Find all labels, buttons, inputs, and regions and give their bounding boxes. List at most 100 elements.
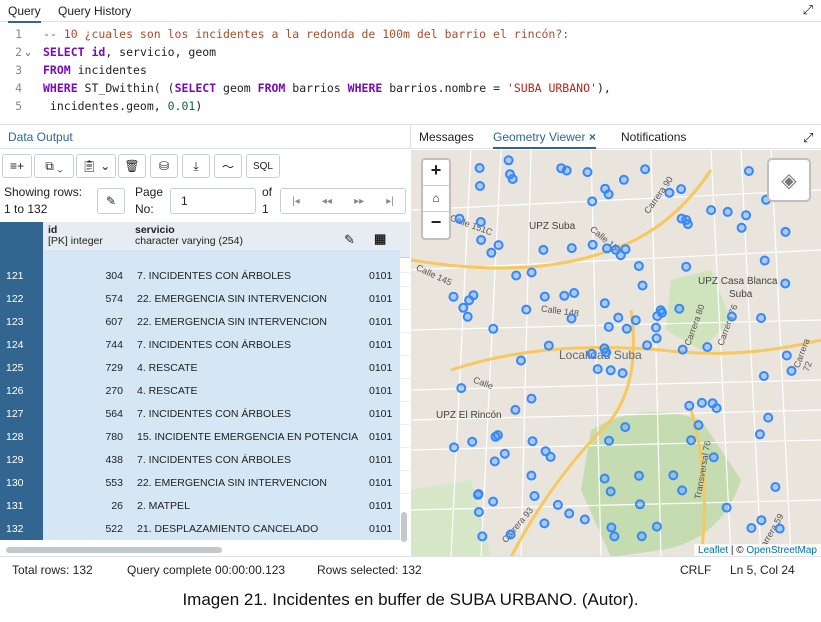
incident-marker[interactable] — [774, 523, 785, 534]
row-number[interactable]: 124 — [0, 333, 43, 356]
incident-marker[interactable] — [592, 364, 603, 375]
incident-marker[interactable] — [633, 261, 644, 271]
expand-icon[interactable]: ⤢ — [803, 2, 813, 18]
incident-marker[interactable] — [746, 523, 757, 533]
incident-marker[interactable] — [602, 243, 612, 254]
cell-servicio[interactable]: 4. RESCATE — [129, 356, 363, 379]
incident-marker[interactable] — [604, 435, 614, 446]
page-input[interactable]: 1 — [170, 188, 256, 214]
incident-marker[interactable] — [708, 452, 719, 463]
cell-servicio[interactable]: 4. RESCATE — [129, 379, 363, 402]
layers-button[interactable]: ◈ — [767, 158, 811, 202]
incident-marker[interactable] — [693, 420, 704, 431]
cell-geom[interactable]: 0101 — [363, 356, 400, 379]
row-number[interactable]: 131 — [0, 494, 43, 517]
row-number[interactable]: 129 — [0, 448, 43, 471]
cell-id[interactable]: 564 — [43, 402, 129, 425]
incident-marker[interactable] — [475, 181, 485, 191]
incident-marker[interactable] — [754, 429, 765, 440]
leaflet-link[interactable]: Leaflet — [698, 545, 728, 556]
code-line[interactable]: 5 incidentes.geom, 0.01) — [0, 99, 821, 117]
add-row-button[interactable]: ≡+ — [2, 154, 32, 178]
tab-data-output[interactable]: Data Output — [8, 130, 73, 144]
incident-marker[interactable] — [511, 270, 522, 281]
cell-id[interactable]: 270 — [43, 379, 129, 402]
incident-marker[interactable] — [538, 244, 549, 255]
sql-button[interactable]: SQL — [246, 154, 280, 178]
table-row[interactable]: 131 26 2. MATPEL 0101 — [0, 494, 410, 517]
copy-button[interactable]: ⧉ ⌄ — [34, 154, 74, 178]
cell-servicio[interactable]: 7. INCIDENTES CON ÁRBOLES — [129, 264, 363, 287]
cell-servicio[interactable]: 7. INCIDENTES CON ÁRBOLES — [129, 448, 363, 471]
incident-marker[interactable] — [706, 205, 717, 216]
table-row[interactable]: 122 574 22. EMERGENCIA SIN INTERVENCION 010… — [0, 287, 410, 310]
incident-marker[interactable] — [637, 280, 648, 291]
incident-marker[interactable] — [503, 155, 514, 166]
incident-marker[interactable] — [566, 313, 577, 324]
incident-marker[interactable] — [613, 312, 624, 323]
cell-id[interactable]: 26 — [43, 494, 129, 517]
cell-id[interactable]: 729 — [43, 356, 129, 379]
incident-marker[interactable] — [477, 531, 488, 542]
cell-servicio[interactable]: 22. EMERGENCIA SIN INTERVENCION — [129, 287, 363, 310]
table-row[interactable]: 130 553 22. EMERGENCIA SIN INTERVENCION 010… — [0, 471, 410, 494]
column-header-servicio[interactable]: servicio character varying (254) — [135, 225, 243, 247]
osm-link[interactable]: OpenStreetMap — [746, 545, 817, 556]
incident-marker[interactable] — [599, 343, 610, 354]
prev-page-icon[interactable]: ◂◂ — [322, 196, 332, 207]
incident-marker[interactable] — [677, 344, 688, 355]
cell-geom[interactable]: 0101 — [363, 494, 400, 517]
cell-id[interactable]: 574 — [43, 287, 129, 310]
incident-marker[interactable] — [759, 255, 770, 266]
code-line[interactable]: 1 -- 10 ¿cuales son los incidentes a la r… — [0, 27, 821, 45]
cell-geom[interactable]: 0101 — [363, 333, 400, 356]
cell-servicio[interactable]: 22. EMERGENCIA SIN INTERVENCION — [129, 310, 363, 333]
incident-marker[interactable] — [540, 446, 551, 457]
row-number[interactable]: 122 — [0, 287, 43, 310]
incident-marker[interactable] — [743, 166, 754, 176]
incident-marker[interactable] — [756, 515, 767, 526]
cell-id[interactable]: 522 — [43, 517, 129, 540]
row-number[interactable]: 125 — [0, 356, 43, 379]
incident-marker[interactable] — [674, 303, 685, 314]
incident-marker[interactable] — [756, 313, 767, 323]
incident-marker[interactable] — [526, 267, 537, 278]
table-row[interactable]: 132 522 21. DESPLAZAMIENTO CANCELADO 0101 — [0, 517, 410, 540]
incident-marker[interactable] — [488, 323, 499, 334]
incident-marker[interactable] — [510, 404, 521, 415]
table-row[interactable]: 123 607 22. EMERGENCIA SIN INTERVENCION 010… — [0, 310, 410, 333]
incident-marker[interactable] — [603, 321, 614, 332]
row-number[interactable]: 130 — [0, 471, 43, 494]
incident-marker[interactable] — [488, 496, 499, 507]
cell-servicio[interactable]: 2. MATPEL — [129, 494, 363, 517]
cell-geom[interactable]: 0101 — [363, 287, 400, 310]
incident-marker[interactable] — [559, 290, 570, 301]
incident-marker[interactable] — [493, 240, 504, 251]
incident-marker[interactable] — [721, 502, 732, 513]
incident-marker[interactable] — [516, 355, 526, 366]
expand-icon[interactable]: ⤢ — [803, 130, 813, 146]
geometry-map[interactable]: UPZ Suba UPZ Casa Blanca Suba Localidad … — [411, 150, 821, 557]
incident-marker[interactable] — [486, 247, 497, 258]
row-number[interactable]: 128 — [0, 425, 43, 448]
row-number[interactable]: 132 — [0, 517, 43, 540]
tab-messages[interactable]: Messages — [419, 130, 474, 144]
incident-marker[interactable] — [651, 521, 662, 532]
table-row[interactable]: 124 744 7. INCIDENTES CON ÁRBOLES 0101 — [0, 333, 410, 356]
incident-marker[interactable] — [615, 250, 626, 261]
horizontal-scrollbar[interactable] — [0, 545, 410, 555]
table-row[interactable]: 129 438 7. INCIDENTES CON ÁRBOLES 0101 — [0, 448, 410, 471]
incident-marker[interactable] — [464, 295, 475, 306]
tab-query[interactable]: Query — [8, 4, 41, 23]
incident-marker[interactable] — [681, 261, 692, 272]
incident-marker[interactable] — [642, 340, 653, 351]
incident-marker[interactable] — [620, 422, 631, 433]
cell-servicio[interactable]: 7. INCIDENTES CON ÁRBOLES — [129, 402, 363, 425]
cell-geom[interactable]: 0101 — [363, 310, 400, 333]
code-line[interactable]: 3 FROM incidentes — [0, 63, 821, 81]
incident-marker[interactable] — [617, 368, 628, 379]
incident-marker[interactable] — [473, 489, 483, 500]
incident-marker[interactable] — [618, 174, 629, 185]
table-row[interactable]: 121 304 7. INCIDENTES CON ÁRBOLES 0101 — [0, 264, 410, 287]
pencil-icon[interactable]: ✎ — [344, 232, 355, 248]
